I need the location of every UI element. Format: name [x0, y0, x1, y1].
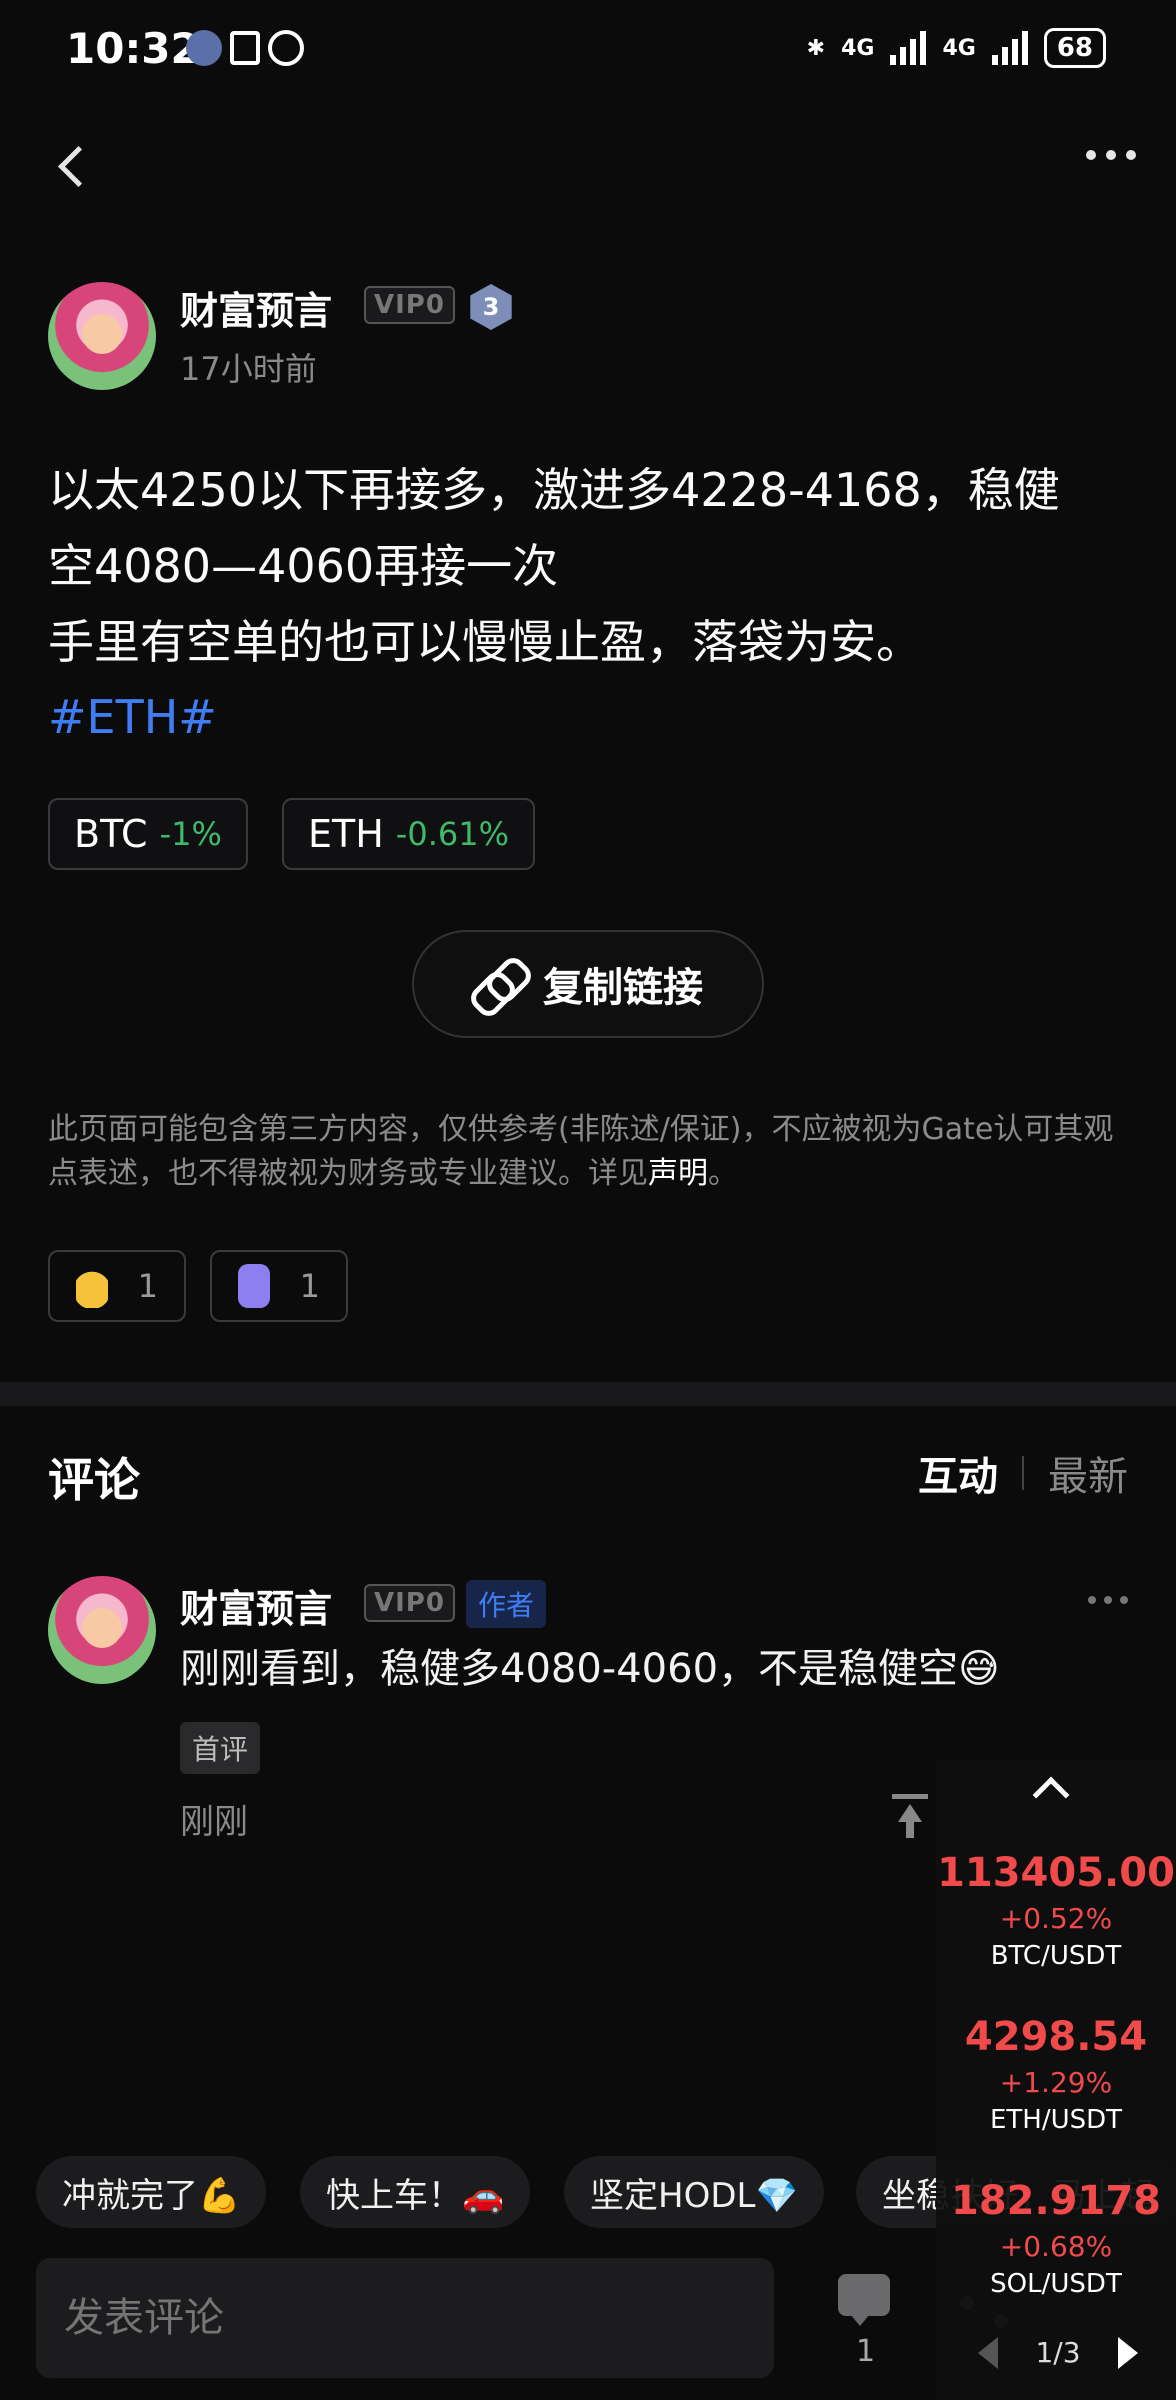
vip-badge: VIP0 — [364, 286, 455, 324]
signal-icon-2 — [991, 31, 1028, 65]
coin-symbol: BTC — [74, 812, 148, 856]
post-text: 以太4250以下再接多，激进多4228-4168，稳健 空4080—4060再接… — [48, 452, 1128, 680]
back-arrow-icon[interactable] — [48, 140, 92, 196]
next-page-icon[interactable] — [1118, 2336, 1138, 2369]
coin-chip-eth[interactable]: ETH -0.61% — [282, 798, 535, 870]
bluetooth-icon: ✱ — [806, 35, 826, 61]
comment-more-icon[interactable] — [1088, 1596, 1128, 1604]
quick-reply-chip[interactable]: 快上车！🚗 — [300, 2156, 531, 2228]
reaction-count: 1 — [299, 1267, 320, 1305]
disclaimer: 此页面可能包含第三方内容，仅供参考(非陈述/保证)，不应被视为Gate认可其观点… — [48, 1108, 1128, 1196]
post-text-line: 以太4250以下再接多，激进多4228-4168，稳健 — [48, 463, 1060, 517]
ticker-page-indicator: 1/3 — [1035, 2336, 1081, 2369]
status-right: ✱ 4G 4G 68 — [807, 28, 1106, 68]
alarm-icon — [268, 30, 304, 66]
status-bar: 10:32 ✱ 4G 4G 68 — [0, 0, 1176, 100]
more-options-icon[interactable] — [1086, 150, 1136, 160]
copy-link-button[interactable]: 复制链接 — [412, 930, 764, 1038]
prev-page-icon[interactable] — [978, 2336, 998, 2369]
sort-tab-interactive[interactable]: 互动 — [918, 1444, 998, 1502]
link-icon — [473, 960, 521, 1008]
level-badge: 3 — [470, 284, 512, 330]
nfc-icon — [230, 31, 260, 65]
author-name[interactable]: 财富预言 — [180, 280, 332, 335]
ticker-pair: ETH/USDT — [989, 2105, 1123, 2135]
ticker-change: +1.29% — [999, 2066, 1113, 2099]
ticker-price: 4298.54 — [964, 2014, 1148, 2060]
ticker-pair: BTC/USDT — [990, 1941, 1122, 1971]
reaction-thumbs-up[interactable]: 1 — [48, 1250, 186, 1322]
battery-icon: 68 — [1043, 28, 1106, 68]
disclaimer-end: 。 — [708, 1156, 738, 1191]
disclaimer-text: 此页面可能包含第三方内容，仅供参考(非陈述/保证)，不应被视为Gate认可其观点… — [48, 1112, 1114, 1191]
author-badge: 作者 — [466, 1580, 547, 1628]
ticker-item[interactable]: 182.9178 +0.68% SOL/USDT — [936, 2178, 1176, 2299]
signal-icon — [890, 31, 927, 65]
comment-bubble-icon[interactable] — [838, 2274, 890, 2326]
ticker-change: +0.68% — [999, 2230, 1113, 2263]
comment-count: 1 — [856, 2334, 876, 2369]
network-4g-label: 4G — [841, 35, 875, 61]
ticker-price: 182.9178 — [950, 2178, 1162, 2224]
comment-text: 刚刚看到，稳健多4080-4060，不是稳健空😅 — [180, 1646, 1000, 1692]
sort-separator — [1022, 1456, 1024, 1490]
coin-chip-btc[interactable]: BTC -1% — [48, 798, 248, 870]
post-text-line: 手里有空单的也可以慢慢止盈，落袋为安。 — [48, 615, 922, 669]
ticker-item[interactable]: 113405.00 +0.52% BTC/USDT — [936, 1850, 1176, 1971]
quick-reply-chip[interactable]: 冲就完了💪 — [36, 2156, 267, 2228]
coin-symbol: ETH — [308, 812, 384, 856]
network-4g-label-2: 4G — [942, 35, 976, 61]
ticker-price: 113405.00 — [937, 1850, 1175, 1896]
collapse-chevron-icon[interactable] — [1032, 1776, 1070, 1814]
section-divider — [0, 1382, 1176, 1406]
first-comment-tag: 首评 — [180, 1722, 261, 1774]
pin-to-top-icon[interactable] — [892, 1794, 928, 1838]
vip-badge: VIP0 — [364, 1584, 455, 1622]
commenter-avatar[interactable] — [48, 1576, 156, 1684]
comment-time: 刚刚 — [180, 1802, 248, 1842]
app-notification-icon — [186, 30, 222, 66]
post-text-line: 空4080—4060再接一次 — [48, 539, 559, 593]
copy-link-label: 复制链接 — [543, 965, 703, 1011]
quick-reply-chip[interactable]: 坚定HODL💎 — [564, 2156, 824, 2228]
status-icons — [186, 30, 304, 66]
ticker-pair: SOL/USDT — [990, 2269, 1122, 2299]
ticker-pager: 1/3 — [978, 2336, 1138, 2369]
coin-change: -1% — [159, 815, 222, 853]
author-avatar[interactable] — [48, 282, 156, 390]
ghost-emoji-icon — [238, 1264, 270, 1308]
status-time: 10:32 — [66, 24, 200, 73]
reaction-count: 1 — [137, 1267, 158, 1305]
hashtag-link[interactable]: #ETH# — [48, 690, 217, 744]
price-ticker-widget[interactable]: 113405.00 +0.52% BTC/USDT 4298.54 +1.29%… — [936, 1760, 1176, 2400]
commenter-name[interactable]: 财富预言 — [180, 1578, 332, 1633]
comment-input[interactable] — [36, 2258, 774, 2378]
coin-change: -0.61% — [395, 815, 509, 853]
post-time: 17小时前 — [180, 350, 317, 388]
comments-title: 评论 — [48, 1453, 140, 1507]
thumbs-up-emoji-icon — [76, 1264, 108, 1308]
reaction-ghost[interactable]: 1 — [210, 1250, 348, 1322]
ticker-change: +0.52% — [999, 1902, 1113, 1935]
comment-sort: 互动 最新 — [918, 1444, 1128, 1502]
sort-tab-latest[interactable]: 最新 — [1048, 1444, 1128, 1502]
ticker-item[interactable]: 4298.54 +1.29% ETH/USDT — [936, 2014, 1176, 2135]
disclaimer-link[interactable]: 声明 — [648, 1156, 708, 1191]
